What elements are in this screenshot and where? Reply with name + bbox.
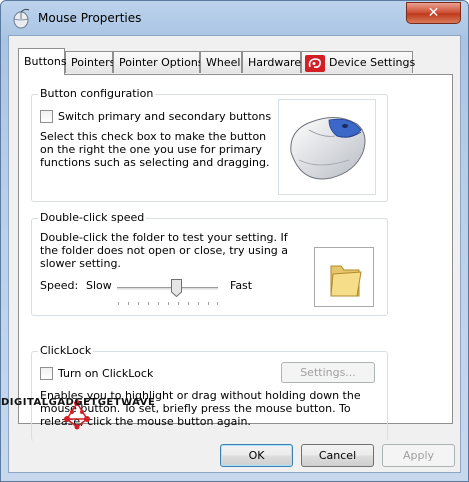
buttons-tab-panel: Button configuration Switch primary and … <box>18 74 453 441</box>
tab-pointer-options[interactable]: Pointer Options <box>113 51 204 73</box>
tab-label: Hardware <box>248 56 302 69</box>
slider-ticks <box>118 302 218 305</box>
title-bar[interactable]: Mouse Properties ✕ <box>1 1 468 35</box>
button-configuration-group: Button configuration Switch primary and … <box>31 87 388 202</box>
clicklock-title: ClickLock <box>38 344 94 357</box>
button-configuration-title: Button configuration <box>38 87 156 100</box>
synaptics-logo-icon <box>305 54 325 72</box>
switch-buttons-label: Switch primary and secondary buttons <box>58 110 272 123</box>
tab-hardware[interactable]: Hardware <box>242 51 301 73</box>
button-configuration-description: Select this check box to make the button… <box>40 130 270 169</box>
switch-buttons-checkbox-row[interactable]: Switch primary and secondary buttons <box>40 110 271 123</box>
folder-icon[interactable] <box>315 248 375 308</box>
switch-buttons-checkbox[interactable] <box>40 110 53 123</box>
double-click-description: Double-click the folder to test your set… <box>40 231 289 270</box>
tab-wheel[interactable]: Wheel <box>200 51 242 73</box>
speed-label: Speed: <box>40 279 79 292</box>
tab-label: Device Settings <box>329 56 416 69</box>
fast-label: Fast <box>230 279 253 292</box>
test-folder-box[interactable] <box>314 247 374 307</box>
clicklock-checkbox-row[interactable]: Turn on ClickLock <box>40 367 153 380</box>
double-click-speed-group: Double-click speed Double-click the fold… <box>31 211 388 316</box>
clicklock-label: Turn on ClickLock <box>58 367 154 380</box>
clicklock-checkbox[interactable] <box>40 367 53 380</box>
button-label: Cancel <box>318 449 357 462</box>
tab-device-settings[interactable]: Device Settings <box>301 51 416 73</box>
cancel-button[interactable]: Cancel <box>301 444 374 467</box>
tab-label: Pointer Options <box>119 56 204 69</box>
button-label: Apply <box>402 449 435 462</box>
button-label: Settings... <box>300 366 356 379</box>
mouse-illustration-icon <box>290 117 366 180</box>
mouse-preview <box>278 99 376 195</box>
tab-buttons[interactable]: Buttons <box>18 48 67 75</box>
double-click-speed-title: Double-click speed <box>38 211 147 224</box>
button-label: OK <box>248 449 265 462</box>
window-title: Mouse Properties <box>38 11 142 25</box>
mouse-app-icon <box>13 8 30 29</box>
clicklock-settings-button[interactable]: Settings... <box>281 362 375 383</box>
tab-label: Buttons <box>24 55 67 68</box>
watermark-text: DIGITALGADGETGETWAVE <box>1 397 156 408</box>
tab-pointers[interactable]: Pointers <box>65 51 116 73</box>
apply-button[interactable]: Apply <box>382 444 455 467</box>
mouse-properties-window: Mouse Properties ✕ Buttons Pointers Poin… <box>0 0 469 482</box>
double-click-speed-slider-track[interactable] <box>117 287 218 290</box>
double-click-speed-slider-thumb[interactable] <box>171 279 182 297</box>
tab-label: Pointers <box>71 56 116 69</box>
ok-button[interactable]: OK <box>220 444 293 467</box>
close-button[interactable]: ✕ <box>406 2 461 24</box>
slow-label: Slow <box>86 279 112 292</box>
tab-label: Wheel <box>206 56 241 69</box>
close-icon: ✕ <box>427 5 440 21</box>
